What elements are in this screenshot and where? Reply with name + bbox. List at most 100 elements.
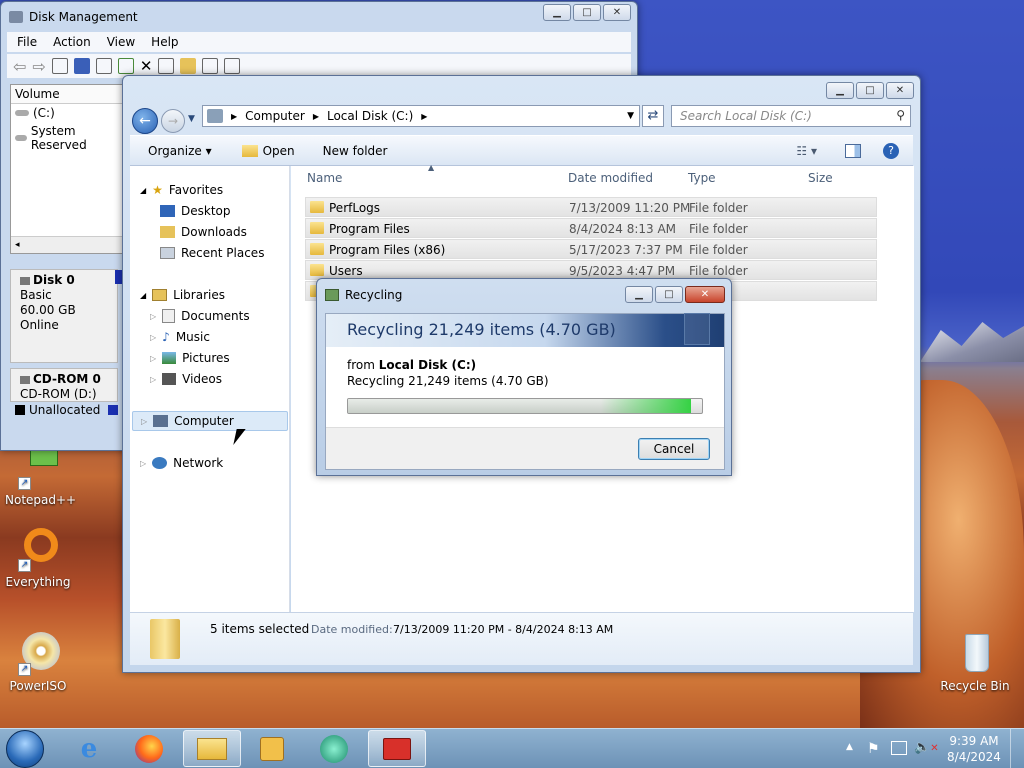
nav-documents[interactable]: ▷ Documents <box>150 306 250 326</box>
desktop-icon-notepadpp[interactable]: ↗ Notepad++ <box>5 446 76 507</box>
tray-overflow-icon[interactable]: ▲ <box>846 742 853 752</box>
disk-0-panel[interactable]: Disk 0 Basic 60.00 GB Online <box>10 269 118 363</box>
properties-icon[interactable] <box>95 58 112 74</box>
recent-pages-dropdown[interactable]: ▼ <box>188 114 195 124</box>
clock-time: 9:39 AM <box>949 734 999 748</box>
taskbar-media-player[interactable] <box>243 730 301 767</box>
date-modified-range: 7/13/2009 11:20 PM - 8/4/2024 8:13 AM <box>393 623 614 636</box>
desktop-icon-poweriso[interactable]: ↗ PowerISO <box>5 632 71 693</box>
column-type[interactable]: Type <box>688 171 716 185</box>
back-button[interactable]: ← <box>132 108 158 134</box>
menu-action[interactable]: Action <box>53 35 91 49</box>
clock[interactable]: 9:39 AM 8/4/2024 <box>946 733 1002 765</box>
taskbar-ie[interactable]: e <box>60 730 118 767</box>
maximize-button[interactable]: □ <box>573 4 601 21</box>
cdrom-name: CD-ROM 0 <box>33 372 101 386</box>
nav-music[interactable]: ▷ ♪ Music <box>150 327 210 347</box>
drive-icon <box>15 110 29 116</box>
new-folder-button[interactable]: New folder <box>323 144 388 158</box>
search-placeholder: Search Local Disk (C:) <box>680 109 812 123</box>
address-bar[interactable]: ▶ Computer ▶ Local Disk (C:) ▶ ▼ <box>202 105 640 127</box>
forward-arrow-icon[interactable]: ⇨ <box>32 57 45 76</box>
forward-button[interactable]: → <box>161 109 185 133</box>
file-row[interactable]: PerfLogs 7/13/2009 11:20 PM File folder <box>305 197 877 217</box>
maximize-button[interactable]: □ <box>856 82 884 99</box>
disk-management-icon <box>9 11 23 23</box>
volume-muted-icon[interactable]: 🔈✕ <box>914 740 939 755</box>
check-icon[interactable] <box>158 58 175 74</box>
refresh-icon[interactable] <box>117 58 134 74</box>
back-arrow-icon[interactable]: ⇦ <box>13 57 26 76</box>
breadcrumb-computer[interactable]: Computer <box>245 109 305 123</box>
preview-pane-icon[interactable] <box>845 143 861 158</box>
menu-file[interactable]: File <box>17 35 37 49</box>
file-row[interactable]: Users 9/5/2023 4:47 PM File folder <box>305 260 877 280</box>
taskbar-app[interactable] <box>305 730 363 767</box>
address-dropdown-icon[interactable]: ▼ <box>627 111 634 121</box>
file-row[interactable]: Program Files (x86) 5/17/2023 7:37 PM File… <box>305 239 877 259</box>
delete-icon[interactable]: ✕ <box>140 57 153 75</box>
search-icon[interactable] <box>202 58 219 74</box>
close-button[interactable]: ✕ <box>886 82 914 99</box>
cdrom-0-panel[interactable]: CD-ROM 0 CD-ROM (D:) <box>10 368 118 402</box>
view-options-icon[interactable]: ☷ ▾ <box>796 144 817 158</box>
network-tray-icon[interactable] <box>891 741 907 755</box>
organize-menu[interactable]: Organize ▾ <box>148 144 212 158</box>
taskbar-explorer[interactable] <box>183 730 241 767</box>
nav-recent-places[interactable]: Recent Places <box>160 243 264 263</box>
taskbar-disk-management[interactable] <box>368 730 426 767</box>
cancel-button[interactable]: Cancel <box>638 438 710 460</box>
legend-unallocated: Unallocated <box>29 403 101 417</box>
column-date[interactable]: Date modified <box>568 171 653 185</box>
recent-places-icon <box>160 247 175 259</box>
disk-type: Basic <box>20 288 52 302</box>
horizontal-scrollbar[interactable]: ◂ <box>11 236 123 253</box>
nav-computer[interactable]: ▷ Computer <box>132 411 288 431</box>
close-button[interactable]: ✕ <box>685 286 725 303</box>
music-icon: ♪ <box>162 330 170 344</box>
volume-row[interactable]: (C:) <box>11 104 123 122</box>
column-size[interactable]: Size <box>808 171 833 185</box>
volume-row[interactable]: System Reserved <box>11 122 123 154</box>
open-folder-icon[interactable] <box>180 58 197 74</box>
computer-icon <box>153 415 169 427</box>
dialog-heading: Recycling 21,249 items (4.70 GB) <box>347 320 616 339</box>
minimize-button[interactable]: ▁ <box>625 286 653 303</box>
help-icon[interactable]: ? <box>883 142 899 159</box>
minimize-button[interactable]: ▁ <box>543 4 571 21</box>
menu-help[interactable]: Help <box>151 35 178 49</box>
folder-icon <box>310 243 324 255</box>
console-tree-icon[interactable] <box>51 58 68 74</box>
refresh-button[interactable]: ⇄ <box>642 105 664 127</box>
open-folder-icon <box>241 144 258 157</box>
nav-network[interactable]: ▷ Network <box>140 453 223 473</box>
nav-desktop[interactable]: Desktop <box>160 201 231 221</box>
show-desktop-button[interactable] <box>1010 729 1024 768</box>
breadcrumb-separator: ▶ <box>231 111 238 121</box>
desktop-icon-recycle-bin[interactable]: Recycle Bin <box>940 632 1010 693</box>
help-icon[interactable] <box>73 58 90 74</box>
file-row[interactable]: Program Files 8/4/2024 8:13 AM File folder <box>305 218 877 238</box>
nav-favorites[interactable]: ◢ ★ Favorites <box>140 180 223 200</box>
menu-view[interactable]: View <box>107 35 135 49</box>
grid-icon[interactable] <box>224 58 241 74</box>
start-button[interactable] <box>6 730 44 768</box>
nav-pictures[interactable]: ▷ Pictures <box>150 348 230 368</box>
close-button[interactable]: ✕ <box>603 4 631 21</box>
column-name[interactable]: Name <box>307 171 342 185</box>
breadcrumb-local-disk[interactable]: Local Disk (C:) <box>327 109 413 123</box>
taskbar-firefox[interactable] <box>120 730 178 767</box>
pictures-icon <box>162 352 177 364</box>
nav-videos[interactable]: ▷ Videos <box>150 369 222 389</box>
selection-count: 5 items selected <box>210 622 310 636</box>
nav-libraries[interactable]: ◢ Libraries <box>140 285 225 305</box>
desktop-icon-everything[interactable]: ↗ Everything <box>5 528 71 589</box>
primary-swatch <box>108 405 119 415</box>
nav-downloads[interactable]: Downloads <box>160 222 247 242</box>
volume-column-header[interactable]: Volume <box>11 85 123 104</box>
minimize-button[interactable]: ▁ <box>826 82 854 99</box>
search-input[interactable]: Search Local Disk (C:) ⚲ <box>671 105 911 127</box>
action-center-icon[interactable]: ⚑ <box>867 741 880 757</box>
open-button[interactable]: Open <box>241 144 295 158</box>
maximize-button[interactable]: □ <box>655 286 683 303</box>
